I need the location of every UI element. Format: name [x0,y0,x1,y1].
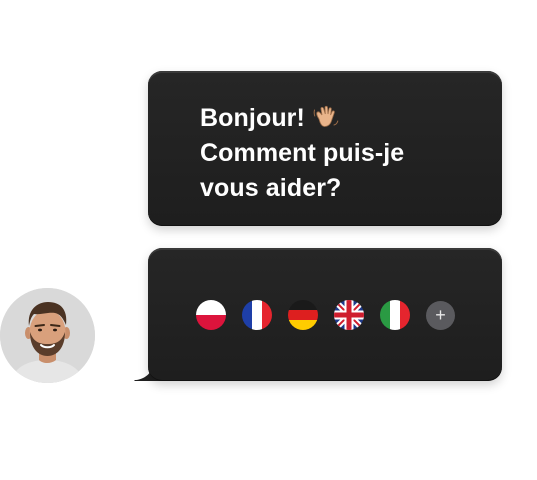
more-languages-button[interactable]: + [426,300,455,330]
poland-flag-icon[interactable] [196,300,226,330]
waving-hand-icon [313,105,339,127]
uk-flag-icon[interactable] [334,300,364,330]
greeting-line-1: Bonjour! [200,101,404,136]
chat-stage: Bonjour! Comment puis-je vous aider? + [0,0,537,480]
france-flag-icon[interactable] [242,300,272,330]
avatar [0,288,95,383]
greeting-message-bubble: Bonjour! Comment puis-je vous aider? [148,71,502,226]
germany-flag-icon[interactable] [288,300,318,330]
language-picker-bubble: + [148,248,502,381]
language-flags-row: + [196,300,455,330]
greeting-line-3: vous aider? [200,174,342,202]
italy-flag-icon[interactable] [380,300,410,330]
person-avatar-icon [0,288,95,383]
greeting-line-2: Comment puis-je [200,139,405,167]
greeting-text: Bonjour! Comment puis-je vous aider? [200,101,404,206]
